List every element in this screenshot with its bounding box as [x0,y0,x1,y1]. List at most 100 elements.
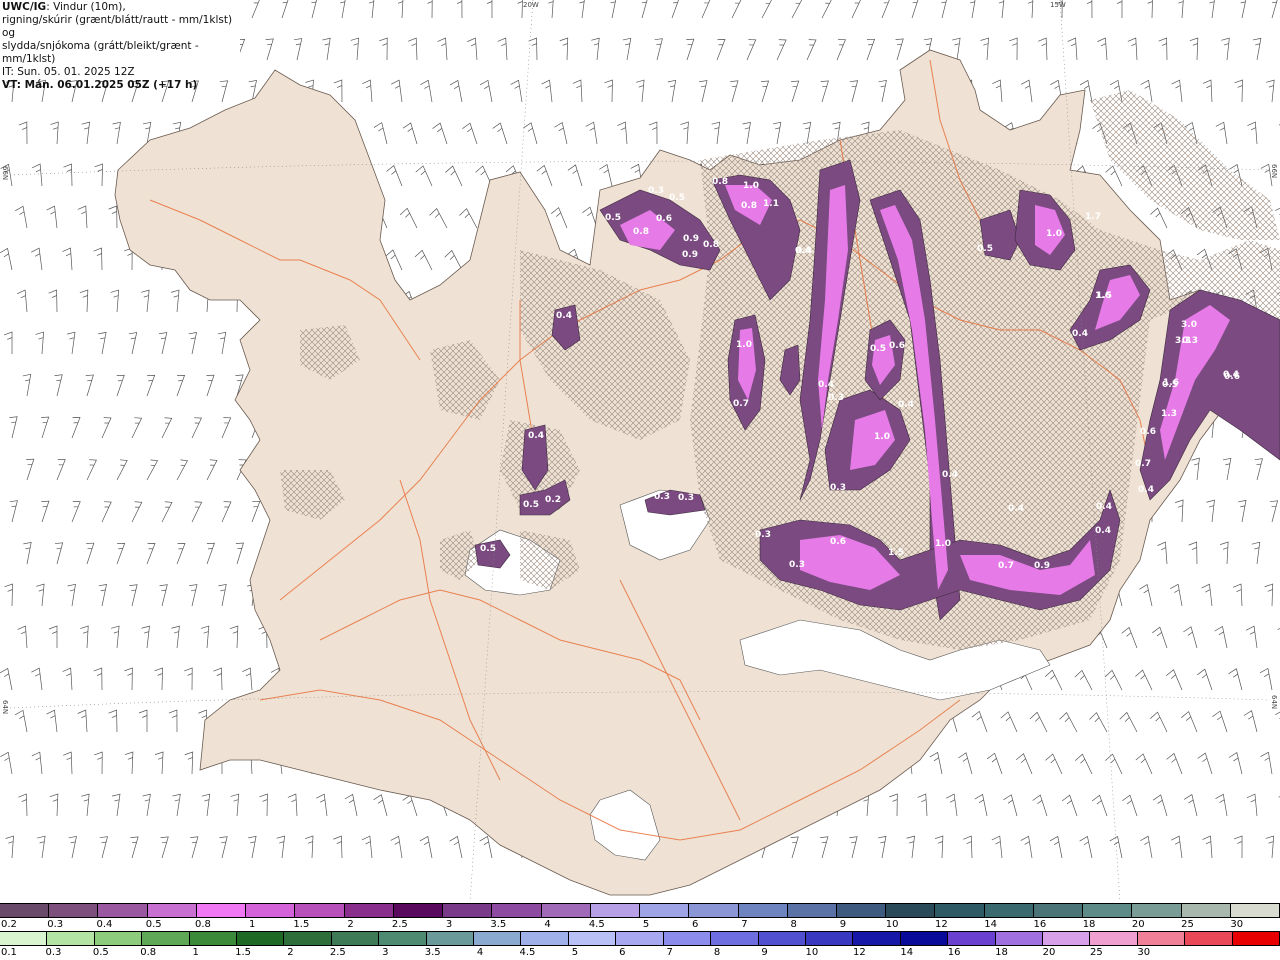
legend-label: 4 [476,947,484,958]
legend-label: 14 [900,947,914,958]
legend-color-cell [246,904,296,917]
legend-label: 0.5 [145,919,162,930]
legend-label: 2.5 [391,919,408,930]
legend-color-cell [284,932,332,945]
legend-label: 16 [947,947,961,958]
precip-value-label: 0.8 [741,201,757,211]
legend-label: 2.5 [329,947,346,958]
legend-color-cell [616,932,664,945]
legend-color-cell [738,904,788,917]
latitude-label-right-upper: 66N [1270,164,1278,179]
legend-color-cell [886,904,936,917]
legend-color-cell [1232,932,1280,945]
weather-map: 0.30.50.5 0.60.80.90.80.91.00.81.10.80.41… [0,0,1280,902]
legend-label: 14 [984,919,997,930]
legend-label: 1 [248,919,256,930]
precip-value-label: 0.7 [733,399,749,409]
precip-value-label: 0.4 [556,311,572,321]
legend-color-cell [94,932,143,945]
precip-value-label: 0.4 [1072,329,1088,339]
legend-label: 6 [692,919,699,930]
legend-label: 0.3 [45,947,62,958]
precip-value-label: 0.4 [942,470,958,480]
precip-value-label: 3.0 [1181,320,1197,330]
legend-label: 18 [995,947,1008,958]
precip-value-label: 1.0 [1046,229,1062,239]
precip-value-label: 1.6 [1163,378,1179,388]
legend-color-cell [492,904,542,917]
precip-value-label: 0.3 [828,393,844,403]
title-line-3: slydda/snjókoma (grátt/bleikt/grænt - mm… [2,40,199,65]
precip-value-label: 1.7 [1085,212,1101,222]
precip-value-label: 0.6 [889,341,905,351]
legend-label: 0.1 [1,947,17,958]
precip-value-label: 0.4 [1223,370,1239,380]
precip-value-label: 1.0 [874,432,890,442]
precip-value-label: 0.4 [1138,485,1154,495]
rain-legend: 0.1 0.3 0.5 0.8 1 1.5 2 2.5 3 3.5 4 4.5 5 6 7 8 9 10 12 14 1… [0,931,1280,959]
map-title-box: UWC/IG: Vindur (10m), rigning/skúrir (gr… [0,0,240,91]
legend-label: 3.5 [490,919,507,930]
precip-value-label: 0.3 [648,186,664,196]
legend-label: 3.5 [424,947,441,958]
precip-value-label: 0.3 [789,560,805,570]
legend-label: 2 [347,919,354,930]
legend-label: 18 [1082,919,1096,930]
precip-value-label: 0.4 [1095,526,1111,536]
title-line-2: rigning/skúrir (grænt/blátt/rautt - mm/1… [2,14,233,39]
precip-value-label: 0.5 [669,193,685,203]
precip-value-label: 0.2 [545,495,561,505]
legend-color-cell [1042,932,1091,945]
snow-legend: 0.2 0.3 0.4 0.5 0.8 1 1.5 2 2.5 3 3.5 4 4.5 5 6 7 8 9 10 12… [0,903,1280,931]
precip-value-label: 0.7 [998,561,1014,571]
precip-value-label: 0.9 [683,234,699,244]
legend-label: 4 [544,919,551,930]
legend-label: 7 [741,919,748,930]
legend-color-cell [0,932,48,945]
legend-color-cell [900,932,949,945]
legend-color-cell [1230,904,1280,917]
model-name: UWC/IG [2,1,47,13]
precip-value-label: 1.1 [763,199,779,209]
precip-value-label: 1.0 [743,181,759,191]
precip-value-label: 3.3 [1175,336,1191,346]
legend-color-cell [984,904,1034,917]
legend-label: 5 [642,919,650,930]
latitude-label-right-lower: 64N [1270,695,1278,710]
legend-color-cell [1185,932,1233,945]
precip-value-label: 0.5 [605,213,621,223]
legend-color-cell [189,932,238,945]
rain-legend-colorbar [0,931,1280,946]
longitude-label-15w: 15W [1050,1,1066,9]
legend-label: 4.5 [588,919,605,930]
legend-color-cell [948,932,996,945]
precip-value-label: 0.8 [712,177,728,187]
precip-value-label: 0.9 [1034,561,1050,571]
legend-label: 0.8 [140,947,157,958]
legend-label: 1.5 [293,919,310,930]
valid-time: VT: Mán. 06.01.2025 05Z (+17 h) [2,79,198,91]
legend-color-cell [49,904,99,917]
legend-label: 3 [445,919,453,930]
legend-color-cell [1033,904,1084,917]
legend-label: 10 [805,947,819,958]
legend-color-cell [98,904,148,917]
precip-value-label: 0.5 [480,544,496,554]
legend-color-cell [1090,932,1138,945]
precip-value-label: 1.3 [1161,409,1177,419]
precip-value-label: 0.3 [654,492,670,502]
precip-value-label: 0.3 [755,530,771,540]
legend-color-cell [689,904,739,917]
latitude-label-left-lower: 64N [1,700,9,715]
precip-value-label: 0.4 [898,400,914,410]
legend-label: 1.5 [235,947,251,958]
legend-label: 12 [852,947,866,958]
legend-color-cell [1083,904,1133,917]
legend-color-cell [935,904,985,917]
snow-legend-colorbar [0,903,1280,918]
legend-color-cell [640,904,690,917]
legend-label: 5 [571,947,579,958]
precip-value-label: 1.0 [736,340,752,350]
legend-label: 12 [935,919,948,930]
title-line-1: UWC/IG: Vindur (10m), [2,1,238,14]
